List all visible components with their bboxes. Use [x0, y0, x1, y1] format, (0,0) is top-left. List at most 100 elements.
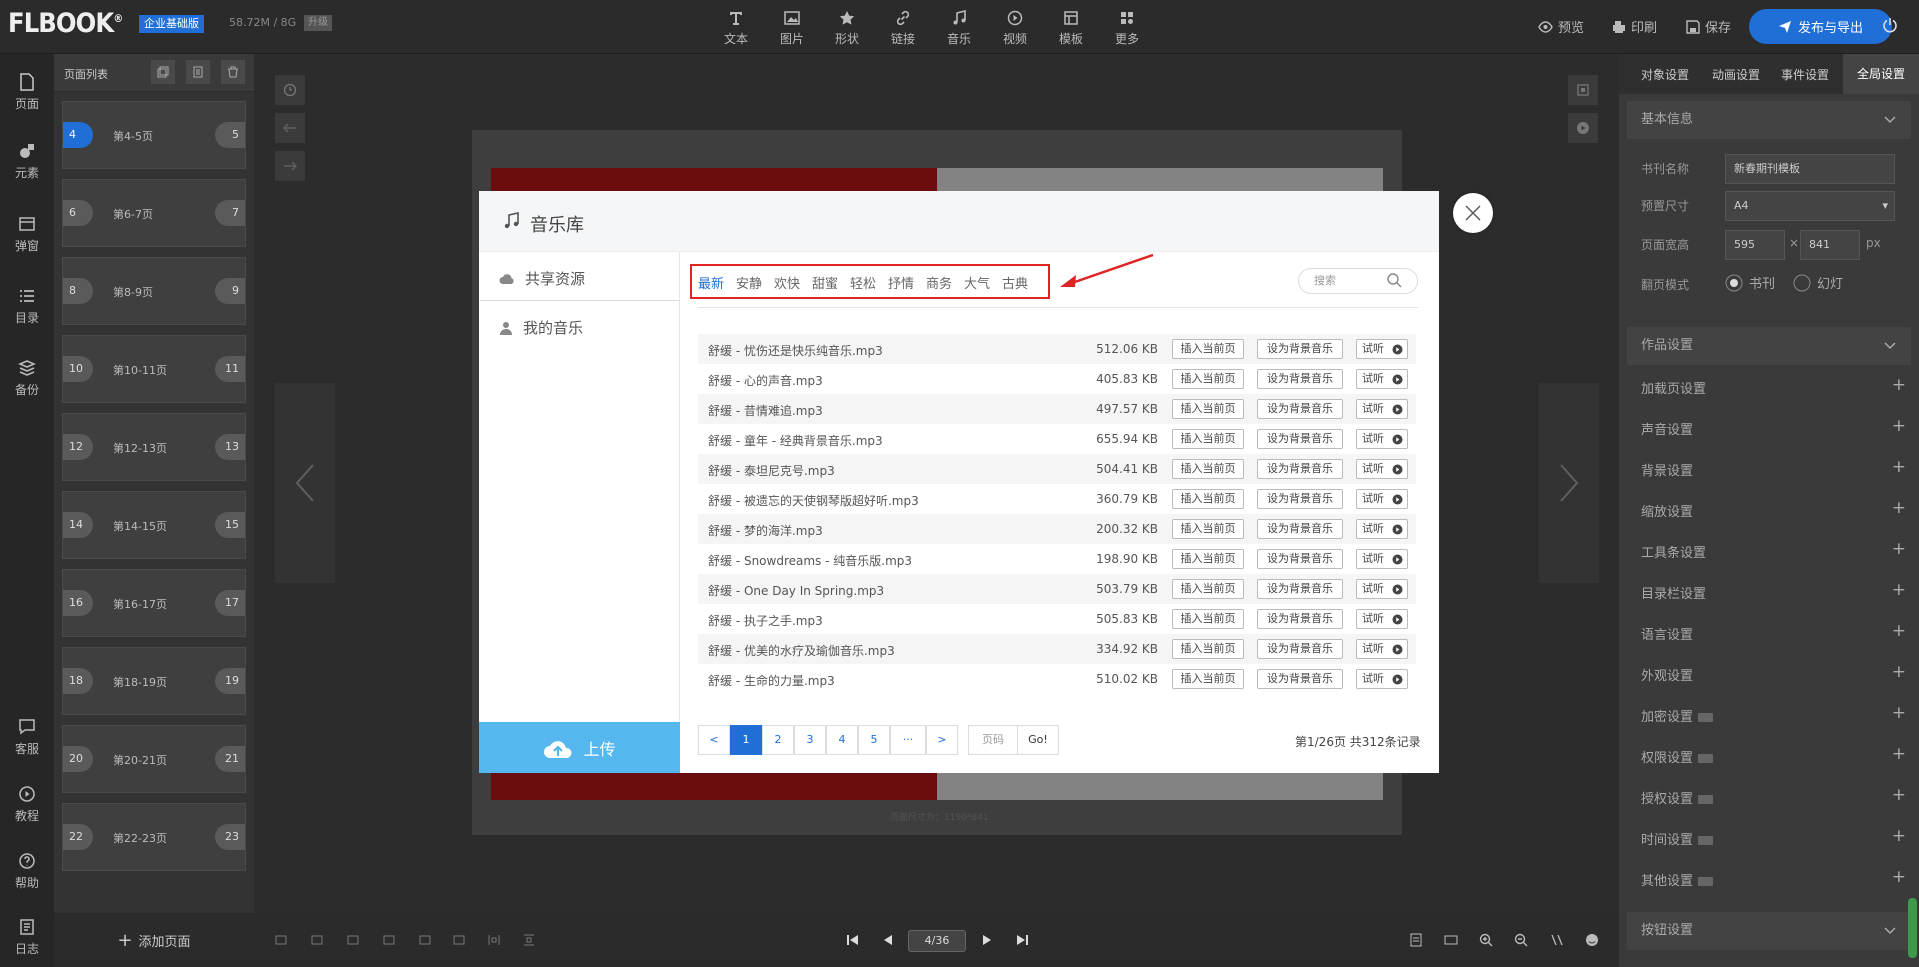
insert-current-page-button[interactable]: 插入当前页	[1172, 399, 1244, 419]
align-middle-icon[interactable]	[417, 932, 433, 948]
delete-page-button[interactable]	[221, 60, 245, 84]
listen-button[interactable]: 试听	[1356, 369, 1408, 389]
category-tab[interactable]: 轻松	[850, 273, 876, 292]
search-icon[interactable]	[1386, 272, 1402, 288]
power-icon[interactable]	[1882, 17, 1898, 33]
upgrade-button[interactable]: 升级	[304, 15, 332, 31]
rail-item-page[interactable]: 页面	[0, 72, 54, 112]
tool-video[interactable]: 视频	[995, 8, 1035, 47]
category-tab[interactable]: 古典	[1002, 273, 1028, 292]
page-thumbnail[interactable]: 20 第20-21页 21	[62, 725, 246, 793]
set-background-music-button[interactable]: 设为背景音乐	[1257, 459, 1343, 479]
pagination-ellipsis[interactable]: ···	[890, 725, 926, 755]
preview-button[interactable]: 预览	[1538, 17, 1584, 36]
pagination-page-button[interactable]: 1	[730, 725, 762, 755]
document-icon[interactable]	[1408, 932, 1424, 948]
tool-link[interactable]: 链接	[883, 8, 923, 47]
category-tab[interactable]: 最新	[698, 273, 724, 292]
setting-item[interactable]: 授权设置 +	[1641, 785, 1906, 807]
page-thumbnail[interactable]: 8 第8-9页 9	[62, 257, 246, 325]
pagination-page-button[interactable]: 2	[762, 725, 794, 755]
category-tab[interactable]: 大气	[964, 273, 990, 292]
page-thumbnail[interactable]: 16 第16-17页 17	[62, 569, 246, 637]
rail-item-log[interactable]: 日志	[0, 917, 54, 957]
setting-item[interactable]: 声音设置 +	[1641, 416, 1906, 438]
set-background-music-button[interactable]: 设为背景音乐	[1257, 339, 1343, 359]
insert-current-page-button[interactable]: 插入当前页	[1172, 579, 1244, 599]
setting-item[interactable]: 时间设置 +	[1641, 826, 1906, 848]
rail-item-tutorial[interactable]: 教程	[0, 784, 54, 824]
copy-page-button[interactable]	[151, 60, 175, 84]
align-center-icon[interactable]	[309, 932, 325, 948]
insert-current-page-button[interactable]: 插入当前页	[1172, 339, 1244, 359]
page-thumbnail[interactable]: 12 第12-13页 13	[62, 413, 246, 481]
pagination-page-button[interactable]: 3	[794, 725, 826, 755]
set-background-music-button[interactable]: 设为背景音乐	[1257, 489, 1343, 509]
rail-item-service[interactable]: 客服	[0, 717, 54, 757]
tool-image[interactable]: 图片	[772, 8, 812, 47]
publish-button[interactable]: 发布与导出	[1749, 9, 1892, 44]
zoom-out-icon[interactable]	[1513, 932, 1529, 948]
insert-current-page-button[interactable]: 插入当前页	[1172, 549, 1244, 569]
tab-global-settings[interactable]: 全局设置	[1843, 54, 1919, 94]
align-top-icon[interactable]	[381, 932, 397, 948]
preset-size-select[interactable]: A4 ▾	[1725, 191, 1895, 221]
listen-button[interactable]: 试听	[1356, 519, 1408, 539]
distribute-h-icon[interactable]	[486, 932, 502, 948]
rail-item-help[interactable]: 帮助	[0, 851, 54, 891]
button-settings-section[interactable]: 按钮设置	[1627, 912, 1911, 950]
distribute-v-icon[interactable]	[521, 932, 537, 948]
set-background-music-button[interactable]: 设为背景音乐	[1257, 519, 1343, 539]
setting-item[interactable]: 权限设置 +	[1641, 744, 1906, 766]
setting-item[interactable]: 背景设置 +	[1641, 457, 1906, 479]
page-jump-go-button[interactable]: Go!	[1017, 725, 1059, 755]
setting-item[interactable]: 外观设置 +	[1641, 662, 1906, 684]
modal-close-button[interactable]	[1453, 193, 1493, 233]
page-jump-input[interactable]: 页码	[968, 725, 1018, 755]
page-thumbnail[interactable]: 22 第22-23页 23	[62, 803, 246, 871]
tool-music[interactable]: 音乐	[939, 8, 979, 47]
page-number-input[interactable]: 4/36	[908, 930, 966, 952]
category-tab[interactable]: 安静	[736, 273, 762, 292]
tool-template[interactable]: 模板	[1051, 8, 1091, 47]
listen-button[interactable]: 试听	[1356, 489, 1408, 509]
setting-item[interactable]: 加载页设置 +	[1641, 375, 1906, 397]
prev-page-icon[interactable]	[880, 932, 896, 948]
tab-animation-settings[interactable]: 动画设置	[1712, 66, 1760, 83]
flip-mode-slide-radio[interactable]: 幻灯	[1793, 273, 1843, 292]
fit-icon[interactable]	[1549, 932, 1565, 948]
page-thumbnail[interactable]: 10 第10-11页 11	[62, 335, 246, 403]
rail-item-elements[interactable]: 元素	[0, 141, 54, 181]
duplicate-page-button[interactable]	[186, 60, 210, 84]
listen-button[interactable]: 试听	[1356, 459, 1408, 479]
category-tab[interactable]: 商务	[926, 273, 952, 292]
listen-button[interactable]: 试听	[1356, 579, 1408, 599]
set-background-music-button[interactable]: 设为背景音乐	[1257, 429, 1343, 449]
work-settings-section[interactable]: 作品设置	[1627, 327, 1911, 365]
set-background-music-button[interactable]: 设为背景音乐	[1257, 609, 1343, 629]
insert-current-page-button[interactable]: 插入当前页	[1172, 489, 1244, 509]
page-thumbnail[interactable]: 18 第18-19页 19	[62, 647, 246, 715]
basic-info-section[interactable]: 基本信息	[1627, 101, 1911, 139]
upload-button[interactable]: 上传	[479, 722, 680, 773]
tool-shape[interactable]: 形状	[827, 8, 867, 47]
insert-current-page-button[interactable]: 插入当前页	[1172, 369, 1244, 389]
pagination-page-button[interactable]: 4	[826, 725, 858, 755]
set-background-music-button[interactable]: 设为背景音乐	[1257, 369, 1343, 389]
next-page-icon[interactable]	[979, 932, 995, 948]
listen-button[interactable]: 试听	[1356, 669, 1408, 689]
set-background-music-button[interactable]: 设为背景音乐	[1257, 639, 1343, 659]
listen-button[interactable]: 试听	[1356, 549, 1408, 569]
category-tab[interactable]: 欢快	[774, 273, 800, 292]
setting-item[interactable]: 其他设置 +	[1641, 867, 1906, 889]
set-background-music-button[interactable]: 设为背景音乐	[1257, 579, 1343, 599]
insert-current-page-button[interactable]: 插入当前页	[1172, 669, 1244, 689]
book-name-input[interactable]: 新春期刊模板	[1725, 154, 1895, 184]
listen-button[interactable]: 试听	[1356, 429, 1408, 449]
category-tab[interactable]: 甜蜜	[812, 273, 838, 292]
set-background-music-button[interactable]: 设为背景音乐	[1257, 549, 1343, 569]
setting-item[interactable]: 语言设置 +	[1641, 621, 1906, 643]
tool-more[interactable]: 更多	[1107, 8, 1147, 47]
add-page-button[interactable]: + 添加页面	[54, 913, 254, 967]
first-page-icon[interactable]	[845, 932, 861, 948]
